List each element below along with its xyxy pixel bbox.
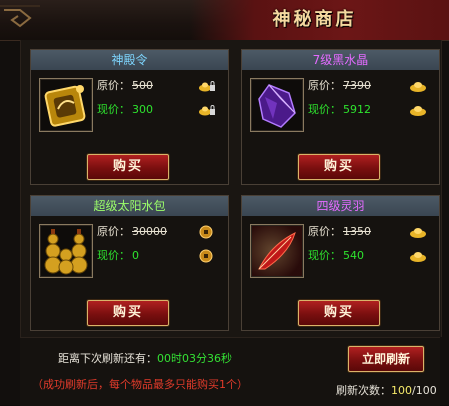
item-slot[interactable] [250, 78, 304, 132]
gold-ingot-icon [410, 252, 426, 262]
shop-item-card: 7级黑水晶 原价： 7390 现价： 5912 购买 [241, 49, 440, 185]
new-price: 300 [132, 103, 153, 116]
golden-token-icon [44, 85, 86, 127]
item-slot[interactable] [39, 78, 93, 132]
new-price: 540 [343, 249, 364, 262]
shop-item-card: 四级灵羽 原价： 1350 现价： 540 购买 [241, 195, 440, 331]
old-price-label: 原价： [308, 79, 341, 92]
red-feather-icon [252, 226, 302, 276]
refresh-countdown: 距离下次刷新还有：00时03分36秒 [58, 350, 232, 366]
new-price-label: 现价： [97, 103, 130, 116]
old-price: 500 [132, 79, 153, 92]
shop-item-card: 超级太阳水包 原价： 30000 现价： 0 购买 [30, 195, 229, 331]
item-name: 7级黑水晶 [242, 50, 439, 71]
gold-ingot-icon [410, 228, 426, 238]
refresh-now-button[interactable]: 立即刷新 [348, 346, 424, 372]
new-price: 5912 [343, 103, 371, 116]
refresh-count-current: 100 [391, 384, 412, 397]
mystery-shop-window: 神秘商店 神殿令 原价： 500 现价： 300 购买 7级黑水晶 原价： 73… [0, 0, 449, 406]
old-price-label: 原价： [97, 225, 130, 238]
new-price-label: 现价： [308, 103, 341, 116]
refresh-count-label: 刷新次数： [336, 384, 391, 397]
refresh-count-total: /100 [412, 384, 437, 397]
title-bar: 神秘商店 [0, 0, 449, 41]
refresh-count: 刷新次数：100/100 [336, 382, 437, 398]
gold-ingot-lock-icon [199, 105, 215, 116]
gourd-bundle-icon [44, 229, 88, 275]
old-price: 1350 [343, 225, 371, 238]
new-price-label: 现价： [308, 249, 341, 262]
copper-coin-icon [199, 225, 213, 239]
refresh-footer: 距离下次刷新还有：00时03分36秒 （成功刷新后，每个物品最多只能购买1个） … [20, 337, 440, 406]
old-price: 30000 [132, 225, 167, 238]
copper-coin-icon [199, 249, 213, 263]
purchase-limit-note: （成功刷新后，每个物品最多只能购买1个） [32, 378, 248, 391]
item-slot[interactable] [250, 224, 304, 278]
items-panel: 神殿令 原价： 500 现价： 300 购买 7级黑水晶 原价： 7390 现价… [20, 40, 442, 337]
new-price-label: 现价： [97, 249, 130, 262]
item-name: 神殿令 [31, 50, 228, 71]
old-price-label: 原价： [308, 225, 341, 238]
refresh-prefix: 距离下次刷新还有： [58, 352, 157, 365]
item-slot[interactable] [39, 224, 93, 278]
item-name: 超级太阳水包 [31, 196, 228, 217]
refresh-time: 00时03分36秒 [157, 352, 232, 365]
gold-ingot-lock-icon [199, 81, 215, 92]
shop-item-card: 神殿令 原价： 500 现价： 300 购买 [30, 49, 229, 185]
old-price: 7390 [343, 79, 371, 92]
gold-ingot-icon [410, 82, 426, 92]
purple-crystal-icon [258, 84, 296, 128]
new-price: 0 [132, 249, 139, 262]
buy-button[interactable]: 购买 [87, 154, 169, 180]
buy-button[interactable]: 购买 [87, 300, 169, 326]
buy-button[interactable]: 购买 [298, 300, 380, 326]
window-title: 神秘商店 [272, 9, 357, 30]
gold-ingot-icon [410, 106, 426, 116]
item-name: 四级灵羽 [242, 196, 439, 217]
old-price-label: 原价： [97, 79, 130, 92]
buy-button[interactable]: 购买 [298, 154, 380, 180]
